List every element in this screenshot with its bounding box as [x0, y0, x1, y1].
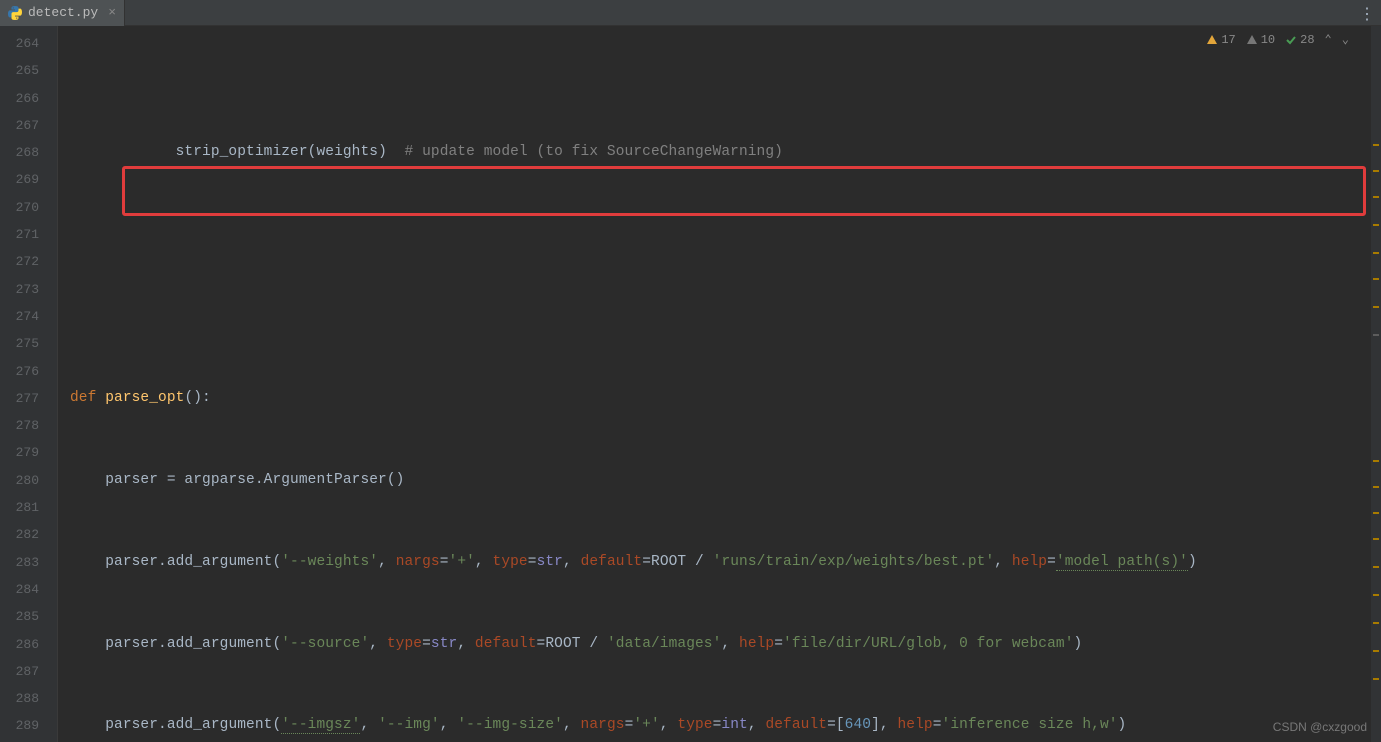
tab-filename: detect.py — [28, 5, 98, 20]
line-number: 270 — [0, 194, 57, 221]
watermark: CSDN @cxzgood — [1273, 720, 1367, 734]
close-tab-icon[interactable]: × — [108, 5, 116, 20]
line-number: 287 — [0, 658, 57, 685]
marker-strip[interactable] — [1371, 26, 1381, 742]
line-number: 277 — [0, 385, 57, 412]
line-number: 282 — [0, 521, 57, 548]
code-line[interactable]: parser.add_argument('--weights', nargs='… — [58, 549, 1381, 576]
ok-indicator[interactable]: 28 — [1285, 33, 1314, 47]
warning-indicator[interactable]: 10 — [1246, 33, 1275, 47]
line-number: 271 — [0, 221, 57, 248]
line-number: 278 — [0, 412, 57, 439]
chevron-down-icon[interactable]: ⌄ — [1342, 32, 1349, 47]
code-line[interactable]: def parse_opt(): — [58, 385, 1381, 412]
line-number: 264 — [0, 30, 57, 57]
line-number: 279 — [0, 439, 57, 466]
error-indicator[interactable]: 17 — [1206, 33, 1235, 47]
line-number: 267 — [0, 112, 57, 139]
line-number: 285 — [0, 603, 57, 630]
tab-bar: detect.py × ⋮ — [0, 0, 1381, 26]
code-line[interactable]: strip_optimizer(weights) # update model … — [58, 139, 1381, 166]
python-file-icon — [8, 6, 22, 20]
warning-triangle-icon — [1206, 34, 1218, 46]
line-number: 269 — [0, 166, 57, 193]
line-number: 265 — [0, 57, 57, 84]
line-number: 284 — [0, 576, 57, 603]
code-line[interactable]: parser.add_argument('--source', type=str… — [58, 631, 1381, 658]
line-number: 266 — [0, 85, 57, 112]
check-icon — [1285, 34, 1297, 46]
line-number: 286 — [0, 631, 57, 658]
line-number: 268 — [0, 139, 57, 166]
line-gutter: 264 265 266 267 268 269 270 271 272 273 … — [0, 26, 58, 742]
code-line[interactable] — [58, 221, 1381, 248]
line-number: 272 — [0, 248, 57, 275]
chevron-up-icon[interactable]: ⌃ — [1325, 32, 1332, 47]
code-line[interactable]: parser = argparse.ArgumentParser() — [58, 467, 1381, 494]
code-line[interactable]: parser.add_argument('--imgsz', '--img', … — [58, 712, 1381, 739]
warning-triangle-icon — [1246, 34, 1258, 46]
line-number: 276 — [0, 358, 57, 385]
line-number: 289 — [0, 712, 57, 739]
inspection-indicators[interactable]: 17 10 28 ⌃ ⌄ — [1202, 30, 1353, 49]
line-number: 280 — [0, 467, 57, 494]
editor: 264 265 266 267 268 269 270 271 272 273 … — [0, 26, 1381, 742]
code-line[interactable] — [58, 303, 1381, 330]
line-number: 283 — [0, 549, 57, 576]
line-number: 274 — [0, 303, 57, 330]
highlight-annotation — [122, 166, 1366, 216]
line-number: 275 — [0, 330, 57, 357]
code-content[interactable]: strip_optimizer(weights) # update model … — [58, 26, 1381, 742]
line-number: 281 — [0, 494, 57, 521]
line-number: 288 — [0, 685, 57, 712]
file-tab[interactable]: detect.py × — [0, 0, 125, 26]
tab-overflow-icon[interactable]: ⋮ — [1359, 4, 1375, 24]
line-number: 273 — [0, 276, 57, 303]
